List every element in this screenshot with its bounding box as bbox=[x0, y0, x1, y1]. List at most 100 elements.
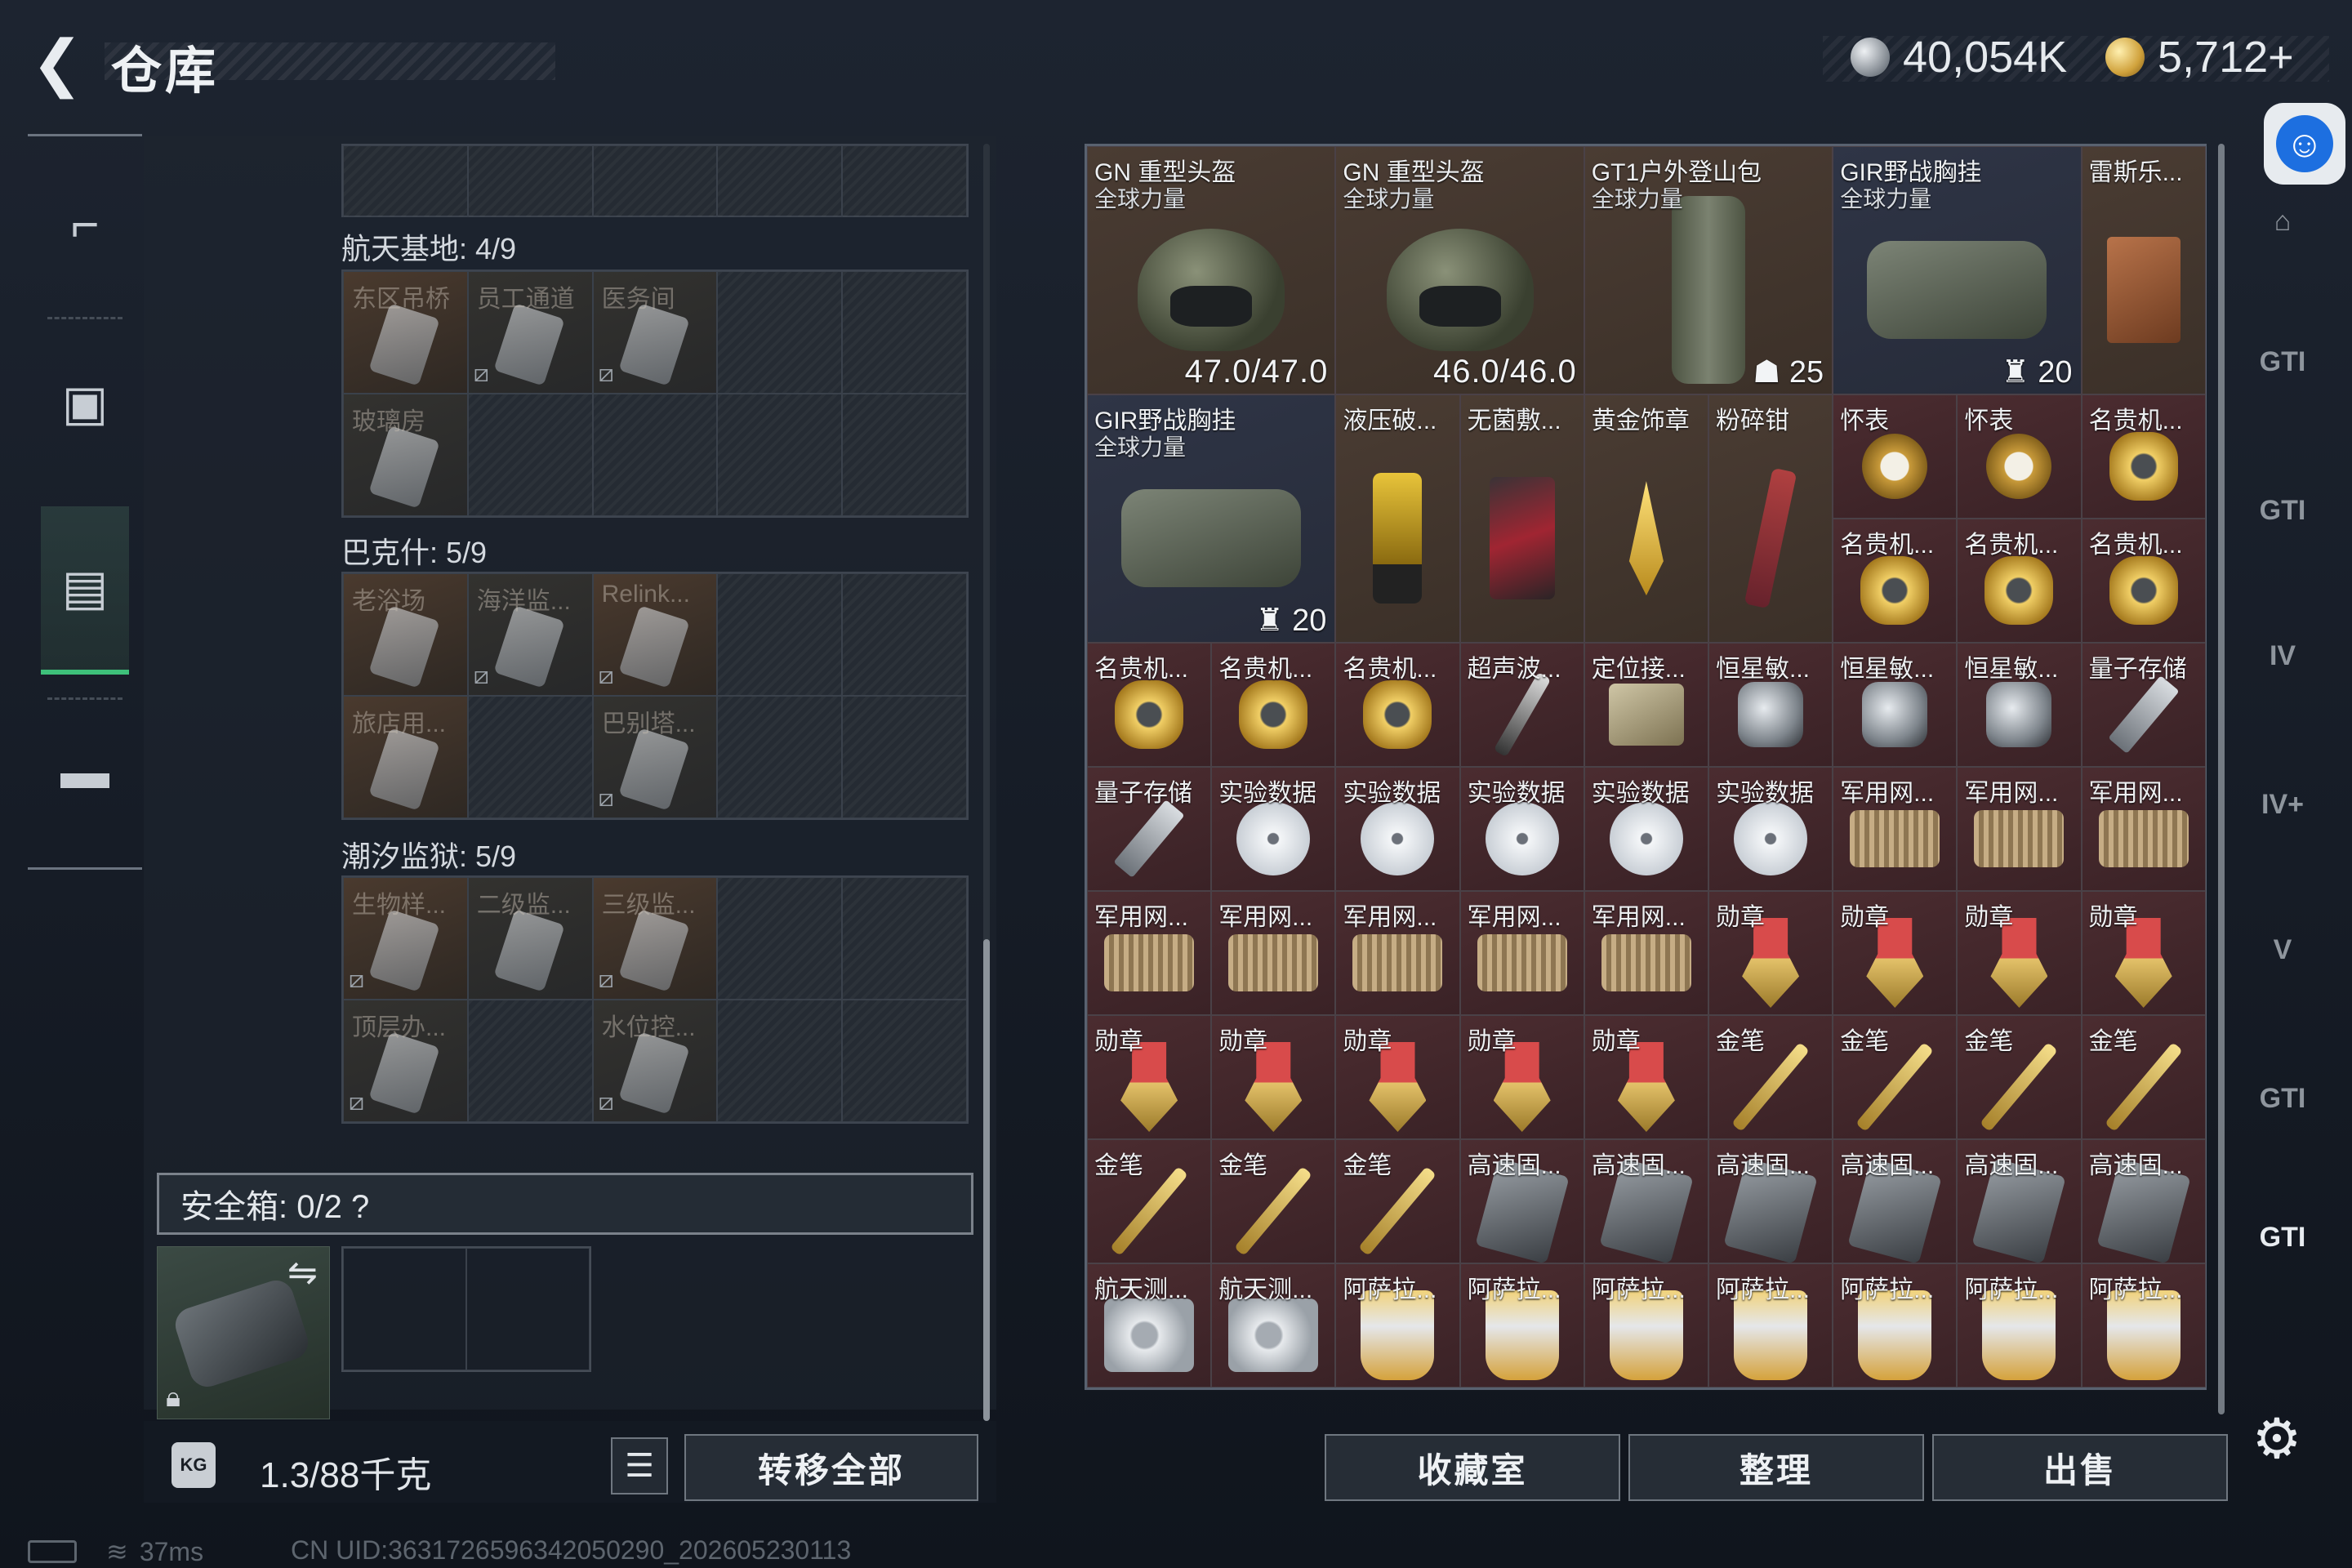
storage-item[interactable]: 高速固... bbox=[2081, 1139, 2206, 1263]
empty-slot[interactable] bbox=[467, 394, 593, 516]
storage-item[interactable]: 液压破... bbox=[1335, 394, 1460, 643]
filter-v-icon[interactable]: V bbox=[2238, 905, 2328, 995]
storage-item[interactable]: 高速固... bbox=[1708, 1139, 1833, 1263]
storage-item[interactable]: 军用网... bbox=[1459, 891, 1584, 1015]
storage-item[interactable]: 金笔 bbox=[1211, 1139, 1336, 1263]
storage-item[interactable]: 名贵机... bbox=[1957, 519, 2082, 643]
transfer-all-button[interactable]: 转移全部 bbox=[684, 1434, 978, 1501]
storage-item[interactable]: GIR野战胸挂 全球力量 ♜ 20 bbox=[1833, 146, 2082, 394]
empty-slot[interactable] bbox=[717, 1000, 843, 1122]
storage-item[interactable]: 实验数据 bbox=[1584, 767, 1708, 891]
empty-slot[interactable] bbox=[717, 145, 843, 217]
home-icon[interactable]: ⌂ bbox=[2238, 176, 2328, 266]
storage-item[interactable]: 勋章 bbox=[1708, 891, 1833, 1015]
keycard-slot[interactable]: 医务间 ⧄ bbox=[592, 271, 718, 394]
storage-item[interactable]: 勋章 bbox=[1957, 891, 2082, 1015]
empty-slot[interactable] bbox=[592, 145, 718, 217]
storage-scrollbar[interactable] bbox=[2218, 144, 2225, 1414]
storage-item[interactable]: 航天测... bbox=[1087, 1263, 1212, 1388]
keycard-slot[interactable]: 生物样... ⧄ bbox=[343, 877, 468, 1000]
filter-gti-3-icon[interactable]: GTI bbox=[2238, 1054, 2328, 1143]
storage-item[interactable]: 黄金饰章 bbox=[1584, 394, 1708, 643]
empty-slot[interactable] bbox=[842, 394, 967, 516]
storage-item[interactable]: 军用网... bbox=[1833, 767, 1958, 891]
storage-item[interactable]: 恒星敏... bbox=[1833, 643, 1958, 767]
keycard-slot[interactable]: 海洋监... ⧄ bbox=[467, 573, 593, 696]
keycard-slot[interactable]: 玻璃房 bbox=[343, 394, 468, 516]
swap-icon[interactable]: ⇋ bbox=[287, 1252, 318, 1294]
storage-item[interactable]: 实验数据 bbox=[1459, 767, 1584, 891]
storage-item[interactable]: GN 重型头盔 全球力量 46.0/46.0 bbox=[1335, 146, 1584, 394]
storage-item[interactable]: 金笔 bbox=[1957, 1015, 2082, 1139]
filter-gti-2-icon[interactable]: GTI bbox=[2238, 466, 2328, 555]
empty-slot[interactable] bbox=[592, 394, 718, 516]
empty-slot[interactable] bbox=[842, 145, 967, 217]
nav-storage[interactable]: ▤ bbox=[41, 506, 129, 675]
storage-item[interactable]: 阿萨拉... bbox=[1708, 1263, 1833, 1388]
safe-box-slot[interactable]: ⇋ 🔒︎ bbox=[157, 1246, 330, 1419]
storage-item[interactable]: GIR野战胸挂 全球力量 ♜ 20 bbox=[1087, 394, 1336, 643]
storage-item[interactable]: 勋章 bbox=[2081, 891, 2206, 1015]
keycard-slot[interactable]: 三级监... ⧄ bbox=[592, 877, 718, 1000]
storage-item[interactable]: 名贵机... bbox=[1087, 643, 1212, 767]
storage-item[interactable]: 军用网... bbox=[1087, 891, 1212, 1015]
storage-item[interactable]: 勋章 bbox=[1459, 1015, 1584, 1139]
empty-slot[interactable] bbox=[343, 145, 468, 217]
empty-slot[interactable] bbox=[842, 1000, 967, 1122]
storage-item[interactable]: 高速固... bbox=[1584, 1139, 1708, 1263]
keycard-slot[interactable]: 员工通道 ⧄ bbox=[467, 271, 593, 394]
storage-item[interactable]: GT1户外登山包 全球力量 ☗ 25 bbox=[1584, 146, 1833, 394]
safe-box-header[interactable]: 安全箱: 0/2 ? bbox=[157, 1173, 973, 1235]
storage-item[interactable]: 阿萨拉... bbox=[1459, 1263, 1584, 1388]
storage-item[interactable]: 无菌敷... bbox=[1459, 394, 1584, 643]
collection-room-button[interactable]: 收藏室 bbox=[1325, 1434, 1620, 1501]
storage-item[interactable]: 勋章 bbox=[1087, 1015, 1212, 1139]
storage-item[interactable]: 实验数据 bbox=[1335, 767, 1460, 891]
storage-item[interactable]: 实验数据 bbox=[1708, 767, 1833, 891]
accessibility-button[interactable]: ☺ bbox=[2264, 103, 2345, 185]
storage-item[interactable]: 金笔 bbox=[1708, 1015, 1833, 1139]
storage-item[interactable]: 怀表 bbox=[1957, 394, 2082, 519]
storage-item[interactable]: 名贵机... bbox=[1833, 519, 1958, 643]
storage-item[interactable]: 实验数据 bbox=[1211, 767, 1336, 891]
storage-item[interactable]: 定位接... bbox=[1584, 643, 1708, 767]
nav-weapon[interactable]: ⌐ bbox=[41, 158, 129, 289]
empty-slot[interactable] bbox=[717, 271, 843, 394]
storage-item[interactable]: 金笔 bbox=[1335, 1139, 1460, 1263]
storage-item[interactable]: 阿萨拉... bbox=[1584, 1263, 1708, 1388]
storage-item[interactable]: 名贵机... bbox=[2081, 394, 2206, 519]
storage-item[interactable]: 勋章 bbox=[1584, 1015, 1708, 1139]
storage-item[interactable]: 金笔 bbox=[1833, 1015, 1958, 1139]
empty-slot[interactable] bbox=[467, 1000, 593, 1122]
keycard-slot[interactable]: 水位控... ⧄ bbox=[592, 1000, 718, 1122]
settings-gear-icon[interactable]: ⚙ bbox=[2247, 1408, 2306, 1470]
storage-item[interactable]: 高速固... bbox=[1459, 1139, 1584, 1263]
storage-item[interactable]: 阿萨拉... bbox=[1335, 1263, 1460, 1388]
storage-item[interactable]: 高速固... bbox=[1833, 1139, 1958, 1263]
storage-item[interactable]: 名贵机... bbox=[1211, 643, 1336, 767]
empty-slot[interactable] bbox=[842, 877, 967, 1000]
storage-item[interactable]: 量子存储 bbox=[2081, 643, 2206, 767]
empty-slot[interactable] bbox=[467, 145, 593, 217]
storage-item[interactable]: 勋章 bbox=[1211, 1015, 1336, 1139]
keycard-slot[interactable]: 老浴场 bbox=[343, 573, 468, 696]
filter-gti-icon[interactable]: GTI bbox=[2238, 317, 2328, 407]
empty-slot[interactable] bbox=[842, 271, 967, 394]
storage-item[interactable]: 军用网... bbox=[1584, 891, 1708, 1015]
nav-kit[interactable]: ▬ bbox=[41, 706, 129, 836]
storage-item[interactable]: 超声波... bbox=[1459, 643, 1584, 767]
nav-gear[interactable]: ▣ bbox=[41, 338, 129, 469]
storage-item[interactable]: 恒星敏... bbox=[1957, 643, 2082, 767]
sort-button[interactable]: 整理 bbox=[1628, 1434, 1924, 1501]
storage-item[interactable]: 军用网... bbox=[2081, 767, 2206, 891]
empty-slot[interactable] bbox=[717, 394, 843, 516]
filter-gti-4-icon[interactable]: GTI bbox=[2238, 1192, 2328, 1282]
storage-item[interactable]: GN 重型头盔 全球力量 47.0/47.0 bbox=[1087, 146, 1336, 394]
storage-item[interactable]: 怀表 bbox=[1833, 394, 1958, 519]
empty-slot[interactable] bbox=[467, 696, 593, 818]
keycard-slot[interactable]: 旅店用... bbox=[343, 696, 468, 818]
keycard-slot[interactable]: 东区吊桥 bbox=[343, 271, 468, 394]
storage-item[interactable]: 粉碎钳 bbox=[1708, 394, 1833, 643]
keycard-slot[interactable]: 二级监... bbox=[467, 877, 593, 1000]
back-arrow-icon[interactable]: ❮ bbox=[24, 29, 90, 98]
